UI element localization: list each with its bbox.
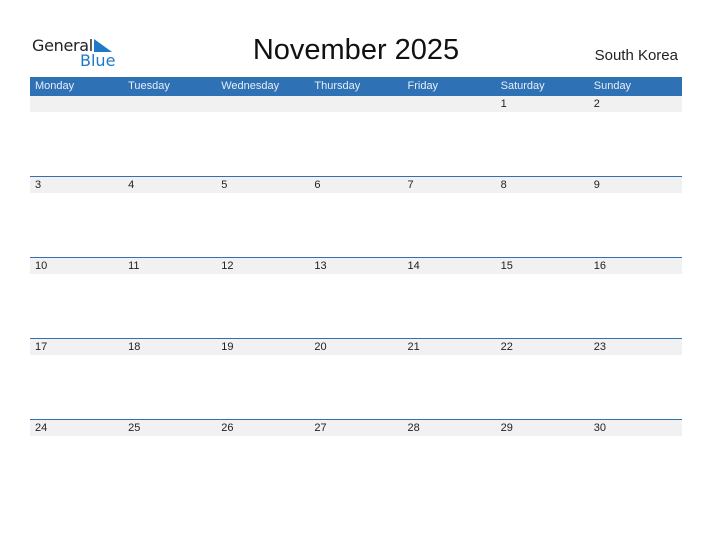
day-cell: 14	[407, 260, 420, 272]
day-cell: 2	[593, 98, 600, 110]
day-number-bar: 3 4 5 6 7 8 9	[30, 177, 682, 193]
day-cell: 9	[593, 179, 600, 191]
country-label: South Korea	[594, 47, 678, 64]
weekday-saturday: Saturday	[500, 80, 545, 92]
day-cell: 15	[500, 260, 513, 272]
day-cell: 18	[128, 341, 141, 353]
day-cell: 1	[500, 98, 507, 110]
day-cell: 23	[593, 341, 606, 353]
day-cell: 20	[314, 341, 327, 353]
weekday-tuesday: Tuesday	[128, 80, 170, 92]
weekday-friday: Friday	[407, 80, 439, 92]
day-cell: 25	[128, 422, 141, 434]
day-cell	[30, 96, 123, 112]
day-number-bar: 24 25 26 27 28 29 30	[30, 420, 682, 436]
day-cell: 24	[35, 422, 48, 434]
day-cell: 11	[128, 260, 140, 272]
week-row: 17 18 19 20 21 22 23	[30, 338, 682, 420]
day-cell: 28	[407, 422, 420, 434]
day-cell: 4	[128, 179, 135, 191]
day-cell: 27	[314, 422, 327, 434]
day-cell: 5	[221, 179, 228, 191]
day-cell: 12	[221, 260, 234, 272]
week-row: 12	[30, 96, 682, 177]
day-number-bar: 17 18 19 20 21 22 23	[30, 339, 682, 355]
day-cell	[309, 96, 402, 112]
day-cell: 13	[314, 260, 327, 272]
day-cell	[403, 96, 496, 112]
weekday-thursday: Thursday	[314, 80, 361, 92]
week-row: 3 4 5 6 7 8 9	[30, 176, 682, 258]
day-cell: 19	[221, 341, 234, 353]
week-row: 10 11 12 13 14 15 16	[30, 257, 682, 339]
week-row: 24 25 26 27 28 29 30	[30, 419, 682, 501]
day-cell: 22	[500, 341, 513, 353]
weekday-header: Monday Tuesday Wednesday Thursday Friday…	[30, 77, 682, 96]
day-cell: 10	[35, 260, 48, 272]
day-cell: 29	[500, 422, 513, 434]
day-number-bar: 12	[30, 96, 682, 112]
day-cell: 16	[593, 260, 606, 272]
day-cell	[123, 96, 216, 112]
day-cell: 8	[500, 179, 507, 191]
day-number-bar: 10 11 12 13 14 15 16	[30, 258, 682, 274]
weekday-sunday: Sunday	[593, 80, 632, 92]
day-cell: 3	[35, 179, 42, 191]
day-cell: 17	[35, 341, 48, 353]
day-cell: 7	[407, 179, 414, 191]
weekday-wednesday: Wednesday	[221, 80, 280, 92]
day-cell: 26	[221, 422, 234, 434]
day-cell: 6	[314, 179, 321, 191]
day-cell: 21	[407, 341, 420, 353]
day-cell: 30	[593, 422, 606, 434]
day-cell	[216, 96, 309, 112]
weekday-monday: Monday	[35, 80, 75, 92]
